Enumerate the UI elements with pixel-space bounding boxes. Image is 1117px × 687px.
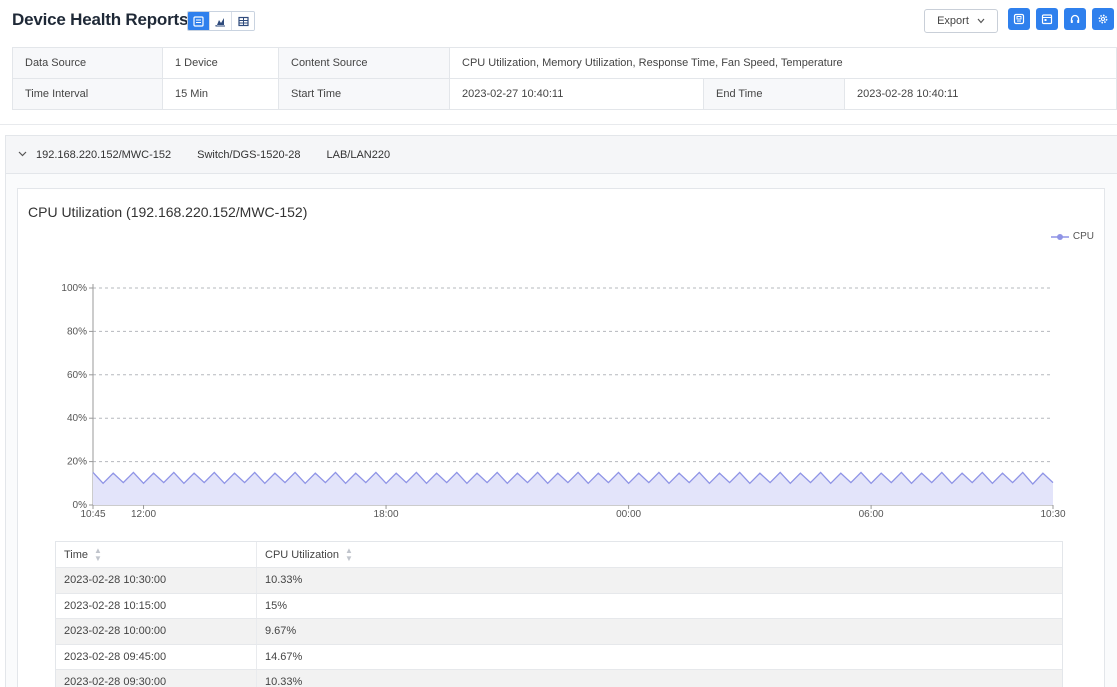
settings-icon bbox=[1098, 14, 1108, 24]
view-mode-toggle bbox=[187, 11, 255, 31]
y-tick-label: 60% bbox=[67, 370, 87, 381]
time-interval-value: 15 Min bbox=[162, 78, 279, 110]
cpu-data-table: Time ▲ ▼ CPU Utilization ▲ ▼ 2023-02-28 10… bbox=[55, 541, 1063, 687]
export-dropdown-button[interactable]: Export bbox=[924, 9, 998, 33]
divider bbox=[0, 124, 1117, 125]
report-view-icon bbox=[193, 15, 204, 27]
export-label: Export bbox=[937, 15, 969, 27]
table-row: 2023-02-28 10:30:00 10.33% bbox=[56, 567, 1062, 593]
x-tick-date-label: 02-27 bbox=[80, 518, 106, 519]
chart-view-button[interactable] bbox=[210, 12, 232, 30]
x-tick-date-label: 02-28 bbox=[858, 518, 884, 519]
y-tick-label: 20% bbox=[67, 457, 87, 468]
chevron-down-icon bbox=[977, 18, 985, 24]
data-source-label: Data Source bbox=[12, 47, 163, 79]
time-column-header[interactable]: Time ▲ ▼ bbox=[56, 542, 256, 567]
table-view-icon bbox=[237, 16, 249, 26]
report-view-button[interactable] bbox=[188, 12, 210, 30]
table-row: 2023-02-28 09:45:00 14.67% bbox=[56, 643, 1062, 669]
cpu-value-cell: 15% bbox=[256, 593, 1062, 618]
chevron-down-icon bbox=[18, 149, 30, 160]
cpu-column-label: CPU Utilization bbox=[265, 548, 339, 561]
time-cell: 2023-02-28 10:00:00 bbox=[64, 625, 167, 638]
page-title: Device Health Reports bbox=[12, 10, 189, 29]
table-row: 2023-02-28 10:15:00 15% bbox=[56, 592, 1062, 618]
support-button[interactable] bbox=[1064, 8, 1086, 30]
device-header-collapse-toggle[interactable]: 192.168.220.152/MWC-152 Switch/DGS-1520-… bbox=[6, 136, 1117, 174]
save-button[interactable] bbox=[1008, 8, 1030, 30]
content-source-value: CPU Utilization, Memory Utilization, Res… bbox=[448, 47, 1117, 79]
cpu-column-header[interactable]: CPU Utilization ▲ ▼ bbox=[256, 542, 1062, 567]
sort-icon: ▲ ▼ bbox=[344, 545, 353, 563]
device-model: Switch/DGS-1520-28 bbox=[197, 148, 301, 161]
x-tick-date-label: 02-27 bbox=[131, 518, 157, 519]
y-tick-label: 100% bbox=[61, 283, 87, 294]
device-address: 192.168.220.152/MWC-152 bbox=[36, 148, 172, 161]
cpu-chart-card: CPU Utilization (192.168.220.152/MWC-152… bbox=[17, 188, 1105, 687]
table-row: 2023-02-28 09:30:00 10.33% bbox=[56, 669, 1062, 687]
time-cell: 2023-02-28 10:30:00 bbox=[64, 574, 167, 587]
cpu-value-cell: 10.33% bbox=[256, 670, 1062, 687]
time-interval-label: Time Interval bbox=[12, 78, 163, 110]
headset-icon bbox=[1070, 14, 1080, 23]
x-tick-date-label: 02-28 bbox=[1040, 518, 1066, 519]
time-cell: 2023-02-28 09:30:00 bbox=[64, 676, 167, 687]
y-tick-label: 40% bbox=[67, 413, 87, 424]
cpu-value-cell: 9.67% bbox=[256, 619, 1062, 644]
table-body: 2023-02-28 10:30:00 10.33% 2023-02-28 10:1… bbox=[56, 567, 1062, 687]
save-icon bbox=[1013, 13, 1025, 25]
schedule-icon bbox=[1041, 14, 1053, 25]
time-cell: 2023-02-28 09:45:00 bbox=[64, 650, 167, 663]
x-tick-date-label: 02-28 bbox=[616, 518, 642, 519]
schedule-button[interactable] bbox=[1036, 8, 1058, 30]
settings-button[interactable] bbox=[1092, 8, 1114, 30]
chart-view-icon bbox=[215, 17, 225, 26]
device-panel: 192.168.220.152/MWC-152 Switch/DGS-1520-… bbox=[5, 135, 1117, 687]
x-tick-date-label: 02-27 bbox=[373, 518, 399, 519]
time-column-label: Time bbox=[64, 548, 89, 561]
cpu-area-chart: 100%80%60%40%20%0%10:4502-2712:0002-2718… bbox=[61, 283, 1066, 519]
cpu-value-cell: 14.67% bbox=[256, 644, 1062, 669]
start-time-label: Start Time bbox=[278, 78, 450, 110]
table-header-row: Time ▲ ▼ CPU Utilization ▲ ▼ bbox=[56, 542, 1062, 567]
end-time-label: End Time bbox=[703, 78, 845, 110]
table-view-button[interactable] bbox=[232, 12, 254, 30]
sort-icon: ▲ ▼ bbox=[94, 545, 102, 563]
content-source-label: Content Source bbox=[278, 47, 450, 79]
start-time-value: 2023-02-27 10:40:11 bbox=[449, 78, 704, 110]
cpu-value-cell: 10.33% bbox=[256, 568, 1062, 593]
device-location: LAB/LAN220 bbox=[326, 148, 391, 161]
end-time-value: 2023-02-28 10:40:11 bbox=[843, 78, 1117, 110]
report-info-table: Data Source 1 Device Content Source CPU … bbox=[12, 47, 1117, 110]
table-row: 2023-02-28 10:00:00 9.67% bbox=[56, 618, 1062, 644]
data-source-value: 1 Device bbox=[162, 47, 279, 79]
y-tick-label: 80% bbox=[67, 326, 87, 337]
page-header: Device Health Reports Export bbox=[0, 0, 1117, 40]
time-cell: 2023-02-28 10:15:00 bbox=[64, 599, 167, 612]
